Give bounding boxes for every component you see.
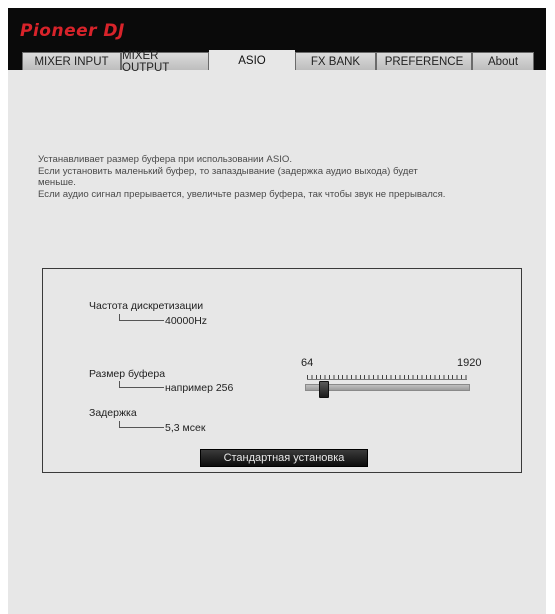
tab-about[interactable]: About [472,52,534,70]
sample-rate-value: 40000Hz [165,315,208,327]
description-line: Если аудио сигнал прерывается, увеличьте… [38,188,446,200]
buffer-size-slider-thumb[interactable] [319,381,329,398]
tab-preference[interactable]: PREFERENCE [376,52,472,70]
buffer-size-connector [119,381,164,388]
tab-bar: MIXER INPUT MIXER OUTPUT ASIO FX BANK PR… [22,50,534,74]
buffer-size-label: Размер буфера [89,368,166,380]
sample-rate-connector [119,314,164,321]
latency-value: 5,3 мсек [165,422,206,434]
description-line: меньше. [38,177,76,189]
description-line: Устанавливает размер буфера при использо… [38,154,293,165]
default-settings-button[interactable]: Стандартная установка [200,449,368,467]
latency-label: Задержка [89,407,137,419]
header-bar: Pioneer DJ MIXER INPUT MIXER OUTPUT ASIO… [8,8,546,74]
description-line: Если установить маленький буфер, то запа… [38,165,418,177]
slider-min-label: 64 [301,357,314,369]
buffer-size-slider[interactable] [305,384,470,391]
tab-asio[interactable]: ASIO [209,50,295,71]
pioneer-dj-logo: Pioneer DJ [20,21,125,41]
asio-settings-panel: Частота дискретизации 40000Hz Размер буф… [42,268,522,473]
slider-max-label: 1920 [457,357,482,369]
asio-description: Устанавливает размер буфера при использо… [38,154,528,200]
tab-fx-bank[interactable]: FX BANK [295,52,376,70]
tab-mixer-output[interactable]: MIXER OUTPUT [121,50,209,74]
sample-rate-label: Частота дискретизации [89,300,204,312]
app-window: Pioneer DJ MIXER INPUT MIXER OUTPUT ASIO… [8,8,546,614]
slider-tick-baseline [307,379,467,380]
tab-mixer-input[interactable]: MIXER INPUT [22,52,121,70]
buffer-size-value: например 256 [165,382,234,394]
latency-connector [119,421,164,428]
